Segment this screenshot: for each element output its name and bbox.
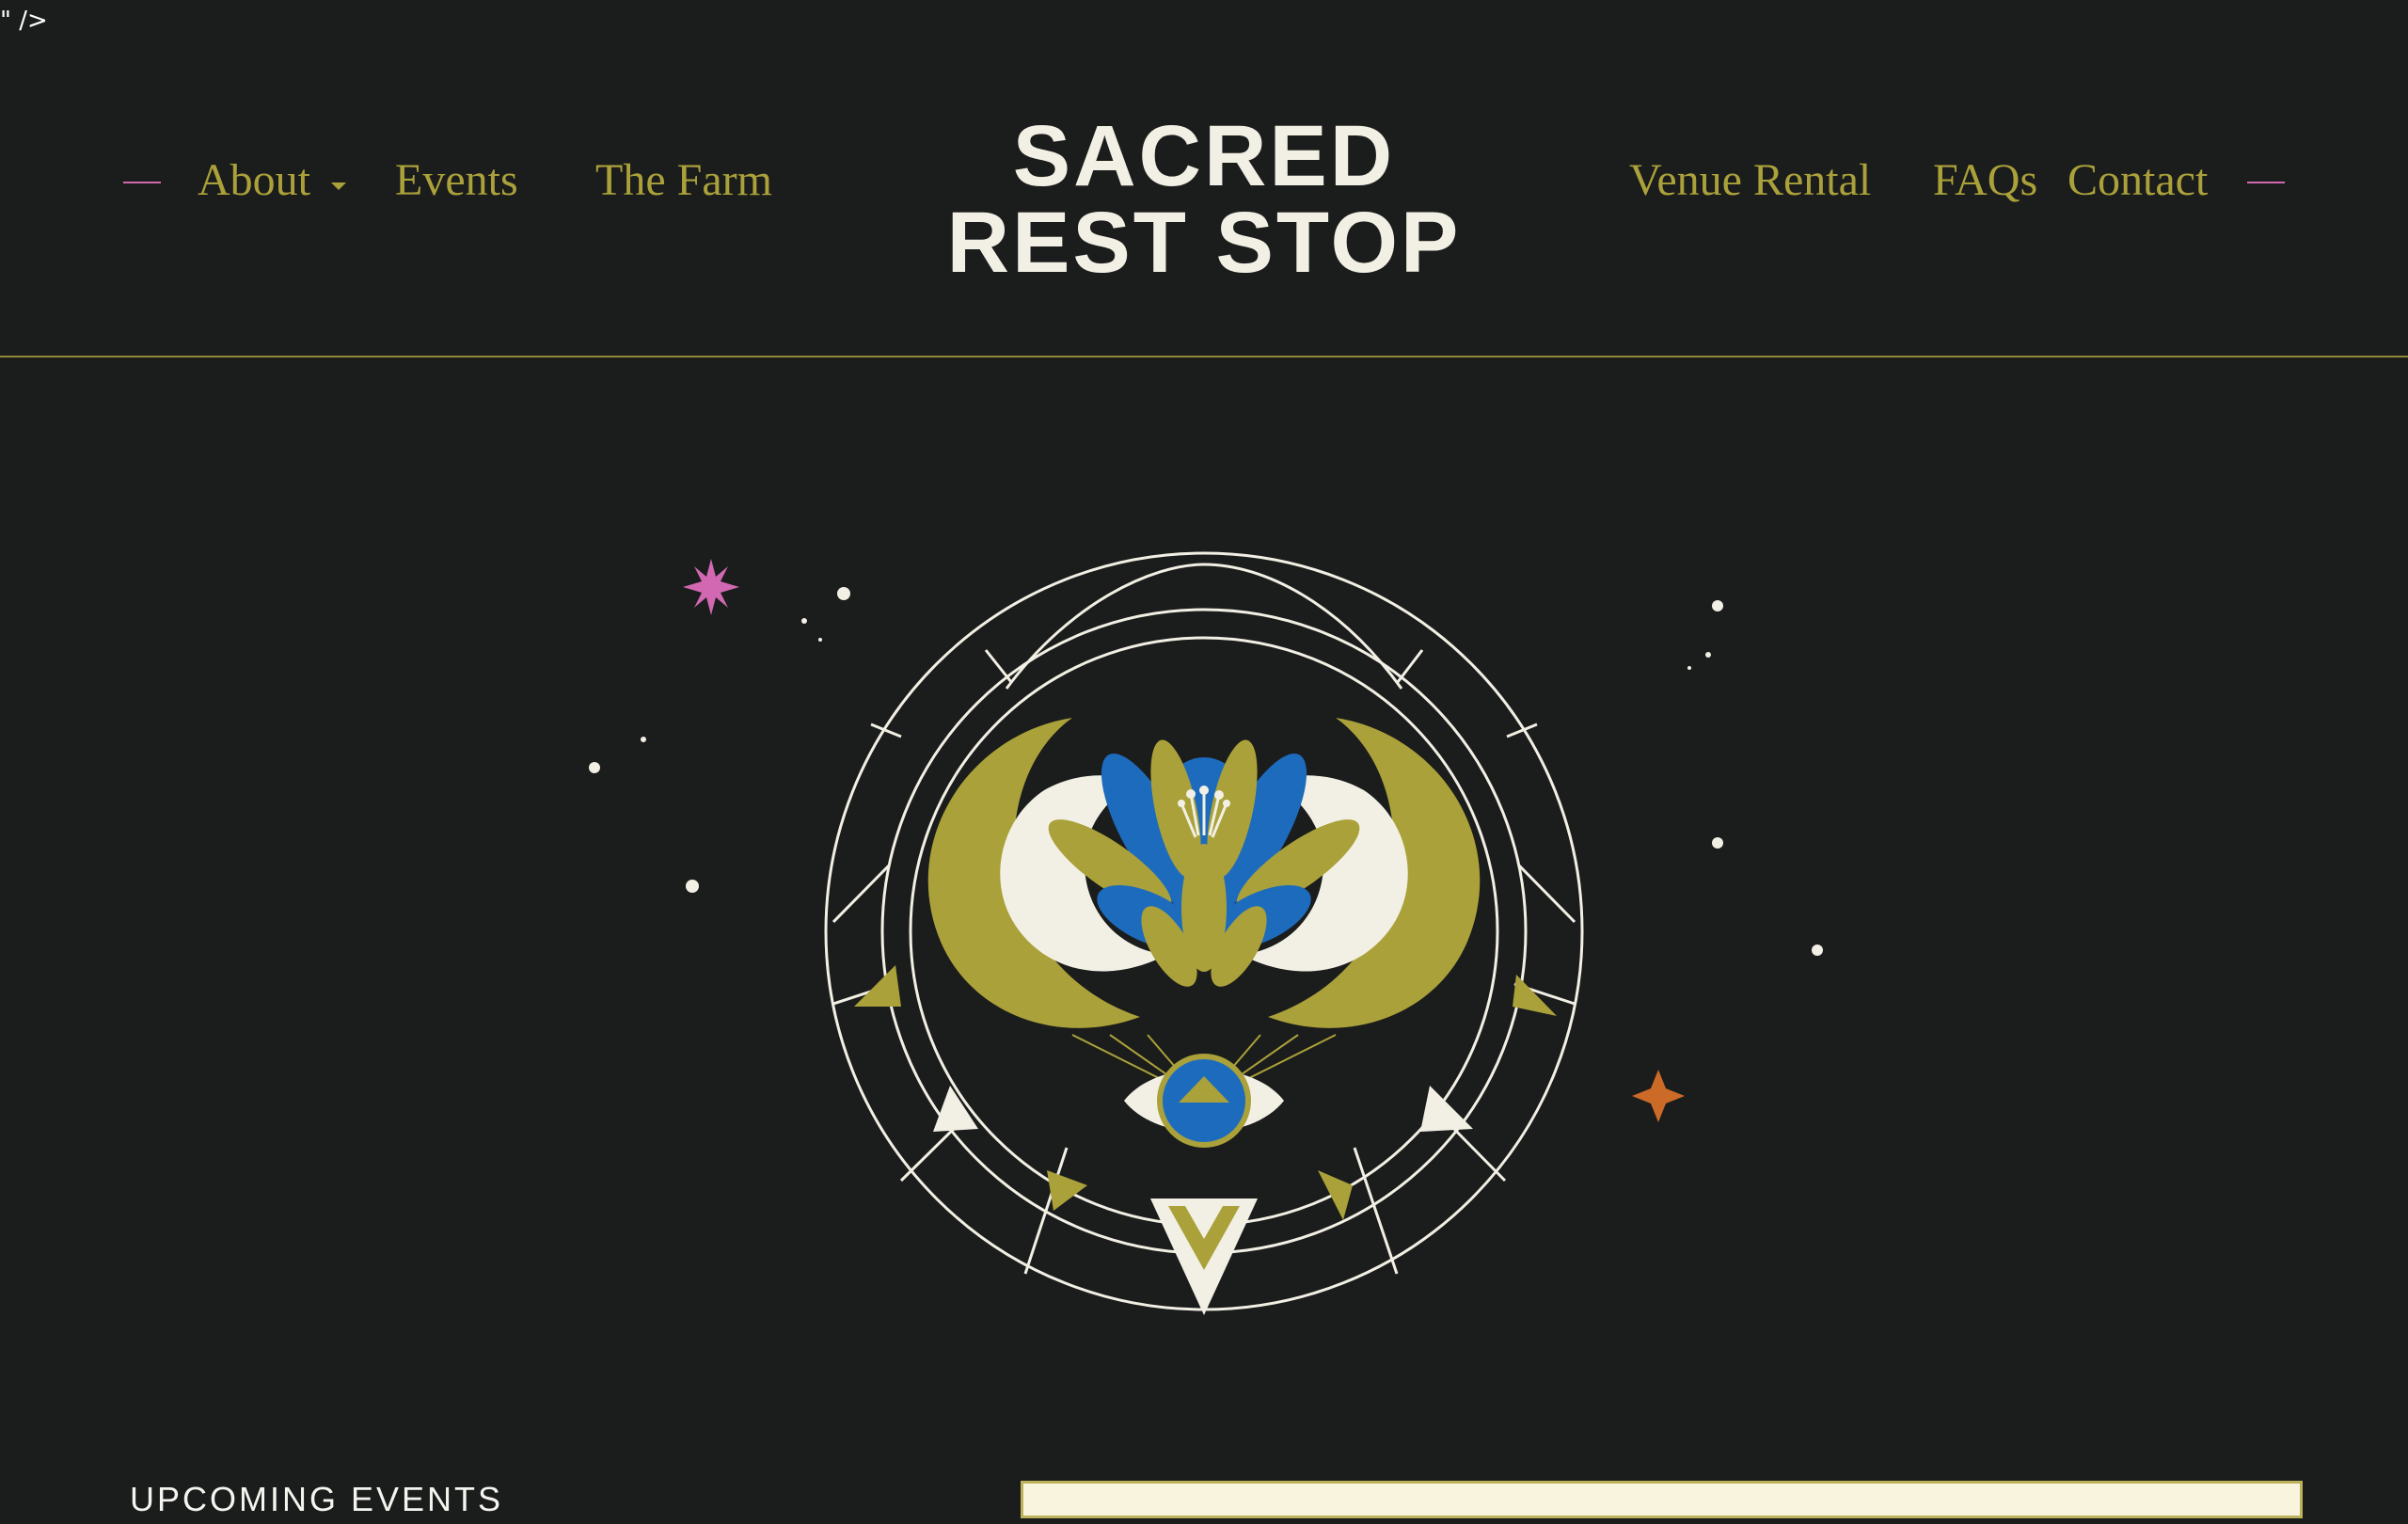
chevron-down-icon[interactable] [331, 183, 346, 190]
nav-about[interactable]: About [198, 151, 310, 211]
nav-faqs[interactable]: FAQs [1933, 151, 2037, 211]
hero-emblem [583, 527, 1825, 1336]
event-card-preview[interactable] [1021, 1481, 2303, 1518]
left-accent-dash [123, 182, 161, 183]
pink-star-icon [683, 559, 739, 615]
nav-contact[interactable]: Contact [2067, 151, 2208, 211]
site-logo[interactable]: SACRED REST STOP [894, 113, 1514, 286]
right-accent-dash [2247, 182, 2285, 183]
logo-line-1: SACRED [1012, 108, 1396, 204]
site-header: About Events The Farm SACRED REST STOP V… [0, 0, 2408, 357]
upcoming-events-title: UPCOMING EVENTS [130, 1480, 504, 1518]
logo-line-2: REST STOP [946, 195, 1462, 291]
nav-events[interactable]: Events [395, 151, 518, 211]
nav-the-farm[interactable]: The Farm [595, 151, 772, 211]
orange-star-icon [1632, 1070, 1685, 1122]
nav-venue-rental[interactable]: Venue Rental [1629, 151, 1871, 211]
